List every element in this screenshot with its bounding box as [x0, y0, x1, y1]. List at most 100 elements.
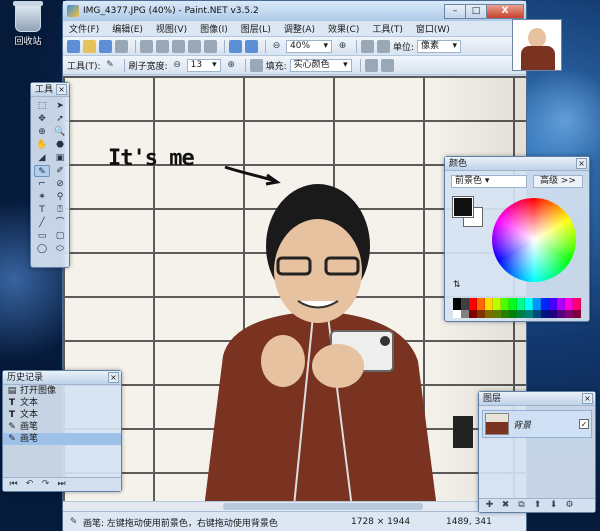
- palette-swatch[interactable]: [509, 298, 517, 310]
- history-item[interactable]: ▤ 打开图像: [3, 385, 121, 397]
- zoom-tool-icon[interactable]: 🔍: [52, 126, 68, 138]
- palette-swatch[interactable]: [453, 298, 461, 310]
- palette-swatch[interactable]: [461, 310, 469, 318]
- units-select[interactable]: 像素 ▾: [417, 39, 462, 53]
- primary-color-swatch[interactable]: [453, 197, 473, 217]
- palette-swatch[interactable]: [573, 310, 581, 318]
- menu-layers[interactable]: 图层(L): [241, 22, 271, 35]
- paintbrush-tool-icon[interactable]: ✎: [34, 165, 50, 177]
- line-curve-tool-icon[interactable]: ⍰: [52, 204, 68, 216]
- color-picker-tool-icon[interactable]: ⊘: [52, 178, 68, 190]
- move-selection-tool-icon[interactable]: ➤: [52, 100, 68, 112]
- zoom-out-icon[interactable]: ⊖: [270, 40, 283, 53]
- freeform-shape-tool-icon[interactable]: ⬭: [52, 243, 68, 255]
- palette-swatch[interactable]: [469, 298, 477, 310]
- palette-swatch[interactable]: [461, 298, 469, 310]
- grid-icon[interactable]: [361, 39, 374, 53]
- palette-swatch[interactable]: [565, 310, 573, 318]
- eraser-tool-icon[interactable]: ⌐: [34, 178, 50, 190]
- tools-panel-title[interactable]: 工具 ×: [31, 83, 69, 97]
- layer-visibility-checkbox[interactable]: ✓: [579, 419, 589, 429]
- rectangle-tool-icon[interactable]: ▭: [34, 230, 50, 242]
- duplicate-layer-icon[interactable]: ⧉: [515, 499, 528, 512]
- close-button[interactable]: X: [486, 3, 524, 19]
- increase-icon[interactable]: ⊕: [225, 59, 238, 72]
- recolor-tool-icon[interactable]: ⚲: [52, 191, 68, 203]
- text-tool-icon[interactable]: T: [34, 204, 50, 216]
- line-tool-icon[interactable]: ╱: [34, 217, 50, 229]
- palette-swatch[interactable]: [469, 310, 477, 318]
- color-wheel[interactable]: [492, 198, 576, 282]
- redo-icon[interactable]: [245, 39, 258, 53]
- palette-swatch[interactable]: [453, 310, 461, 318]
- palette-swatch[interactable]: [533, 298, 541, 310]
- history-item[interactable]: ✎ 画笔: [3, 421, 121, 433]
- blend-mode-icon[interactable]: [380, 58, 394, 72]
- layers-panel-title[interactable]: 图层 ×: [479, 392, 595, 406]
- close-icon[interactable]: ×: [582, 393, 593, 404]
- palette-swatch[interactable]: [477, 310, 485, 318]
- palette-swatch[interactable]: [477, 298, 485, 310]
- palette-swatch[interactable]: [533, 310, 541, 318]
- history-item[interactable]: T 文本: [3, 409, 121, 421]
- deselect-icon[interactable]: [204, 39, 217, 53]
- magic-wand-tool-icon[interactable]: ✋: [34, 139, 50, 151]
- cut-icon[interactable]: [140, 39, 153, 53]
- rewind-icon[interactable]: ⏮: [7, 478, 20, 491]
- open-file-icon[interactable]: [83, 39, 96, 53]
- undo-icon[interactable]: [229, 39, 242, 53]
- paintbrush-icon[interactable]: ✎: [104, 59, 117, 72]
- close-icon[interactable]: ×: [56, 84, 67, 95]
- print-icon[interactable]: [115, 39, 128, 53]
- move-selected-tool-icon[interactable]: ➚: [52, 113, 68, 125]
- palette-swatch[interactable]: [541, 298, 549, 310]
- decrease-icon[interactable]: ⊖: [171, 59, 184, 72]
- menu-tools[interactable]: 工具(T): [372, 22, 403, 35]
- fast-forward-icon[interactable]: ⏭: [55, 478, 68, 491]
- palette-swatch[interactable]: [541, 310, 549, 318]
- rectangle-select-tool-icon[interactable]: ⬚: [34, 100, 50, 112]
- palette-swatch[interactable]: [549, 310, 557, 318]
- tool-label[interactable]: 工具(T):: [67, 59, 101, 72]
- rounded-rectangle-tool-icon[interactable]: ▢: [52, 230, 68, 242]
- more-colors-button[interactable]: 高级 >>: [533, 175, 583, 188]
- move-layer-down-icon[interactable]: ⬇: [547, 499, 560, 512]
- layer-row[interactable]: 背景 ✓: [482, 410, 592, 438]
- pan-tool-icon[interactable]: ⬣: [52, 139, 68, 151]
- color-palette-dark[interactable]: [453, 310, 581, 318]
- paste-icon[interactable]: [172, 39, 185, 53]
- redo-icon[interactable]: ↷: [39, 478, 52, 491]
- menu-edit[interactable]: 编辑(E): [112, 22, 143, 35]
- menu-file[interactable]: 文件(F): [69, 22, 99, 35]
- palette-swatch[interactable]: [525, 310, 533, 318]
- palette-swatch[interactable]: [493, 298, 501, 310]
- layer-properties-icon[interactable]: ⚙: [563, 499, 576, 512]
- curve-tool-icon[interactable]: ⌒: [52, 217, 68, 229]
- ellipse-select-tool-icon[interactable]: ⊕: [34, 126, 50, 138]
- palette-swatch[interactable]: [517, 298, 525, 310]
- save-icon[interactable]: [99, 39, 112, 53]
- move-layer-up-icon[interactable]: ⬆: [531, 499, 544, 512]
- minimize-button[interactable]: –: [444, 3, 466, 19]
- primary-color-select[interactable]: 前景色 ▾: [451, 175, 527, 188]
- horizontal-scrollbar[interactable]: [63, 501, 526, 511]
- add-layer-icon[interactable]: ✚: [483, 499, 496, 512]
- close-icon[interactable]: ×: [576, 158, 587, 169]
- antialias-icon[interactable]: [249, 58, 263, 72]
- copy-icon[interactable]: [156, 39, 169, 53]
- undo-icon[interactable]: ↶: [23, 478, 36, 491]
- menu-adjustments[interactable]: 调整(A): [284, 22, 315, 35]
- palette-swatch[interactable]: [501, 310, 509, 318]
- colors-panel-title[interactable]: 颜色 ×: [445, 157, 589, 171]
- history-item[interactable]: T 文本: [3, 397, 121, 409]
- history-panel-title[interactable]: 历史记录 ×: [3, 371, 121, 385]
- palette-swatch[interactable]: [485, 298, 493, 310]
- ellipse-tool-icon[interactable]: ◯: [34, 243, 50, 255]
- palette-swatch[interactable]: [557, 298, 565, 310]
- palette-swatch[interactable]: [485, 310, 493, 318]
- window-titlebar[interactable]: IMG_4377.JPG (40%) - Paint.NET v3.5.2 – …: [63, 1, 526, 21]
- palette-swatch[interactable]: [509, 310, 517, 318]
- fill-select[interactable]: 实心颜色 ▾: [289, 58, 352, 72]
- antialiasing-toggle-icon[interactable]: [364, 58, 378, 72]
- menu-view[interactable]: 视图(V): [156, 22, 187, 35]
